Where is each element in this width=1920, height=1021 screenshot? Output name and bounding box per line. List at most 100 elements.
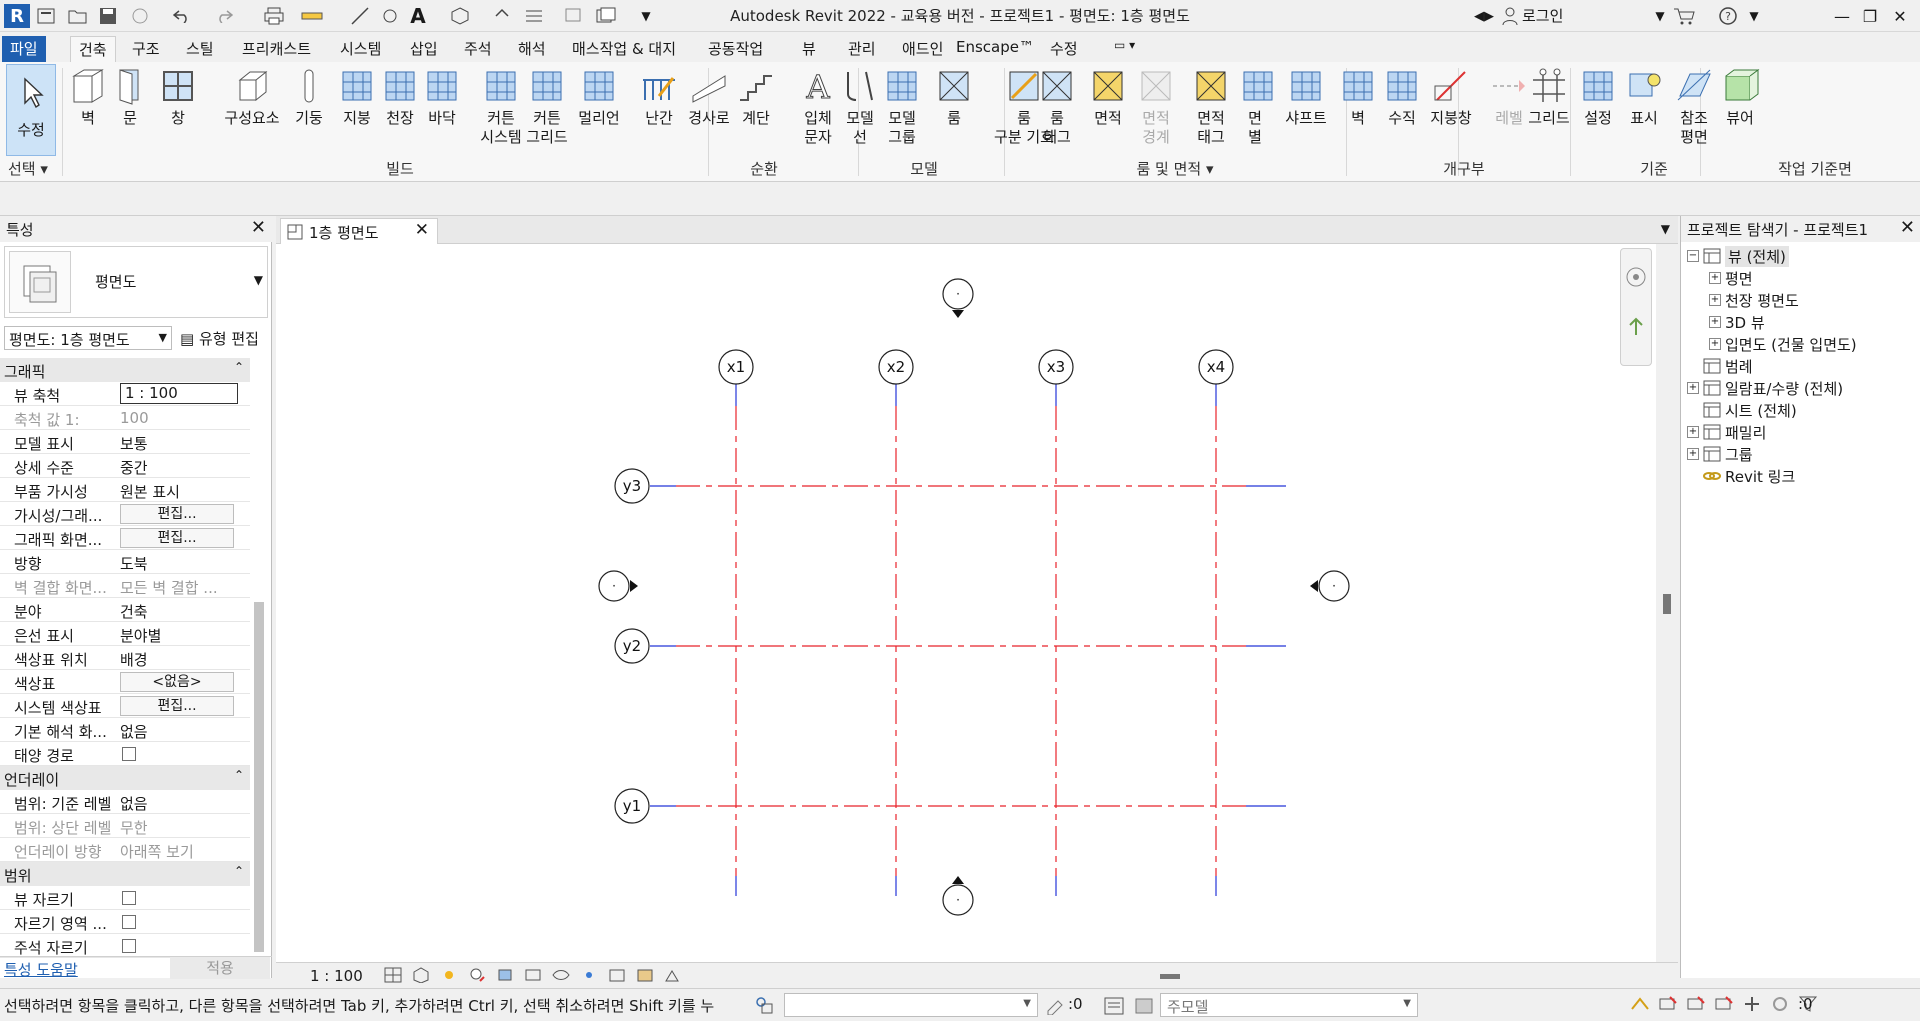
- collapse-icon[interactable]: ⌃: [234, 360, 244, 374]
- browser-node[interactable]: + 평면: [1709, 268, 1753, 288]
- aligned-dimension-icon[interactable]: [348, 4, 372, 28]
- tab-2[interactable]: 구조: [124, 36, 168, 62]
- browser-node[interactable]: + 일람표/수량 (전체): [1687, 378, 1843, 398]
- properties-help-link[interactable]: 특성 도움말: [4, 959, 78, 980]
- ramp-tool[interactable]: 경사로: [686, 66, 732, 128]
- tab-0[interactable]: 파일: [2, 36, 46, 62]
- property-value[interactable]: 배경: [120, 649, 238, 670]
- component-tool[interactable]: 구성요소: [212, 66, 292, 128]
- select-links-icon[interactable]: [1630, 995, 1650, 1013]
- tab-11[interactable]: 뷰: [794, 36, 824, 62]
- undo-icon[interactable]: [170, 4, 194, 28]
- expand-icon[interactable]: +: [1709, 338, 1721, 350]
- area-tag-tool[interactable]: 면적 태그: [1188, 66, 1234, 147]
- home-icon[interactable]: [34, 4, 58, 28]
- room-tag-tool[interactable]: 룸 태그: [1032, 66, 1082, 147]
- tab-9[interactable]: 매스작업 & 대지: [564, 36, 684, 62]
- worksets-icon[interactable]: [754, 995, 774, 1015]
- property-value[interactable]: 보통: [120, 433, 238, 454]
- detail-level-icon[interactable]: [384, 967, 402, 983]
- open-icon[interactable]: [66, 4, 90, 28]
- temp-hide-icon[interactable]: [552, 967, 570, 983]
- visual-style-icon[interactable]: [412, 967, 430, 983]
- property-value[interactable]: 분야별: [120, 625, 238, 646]
- group-room-area[interactable]: 룸 및 면적 ▾: [1110, 158, 1240, 179]
- vertical-scrollbar[interactable]: [1656, 244, 1678, 962]
- apply-button[interactable]: 적용: [170, 957, 270, 979]
- qat-dropdown-icon[interactable]: ▼: [634, 4, 658, 28]
- edit-type-button[interactable]: ▤ 유형 편집: [176, 326, 268, 350]
- browser-node[interactable]: Revit 링크: [1687, 466, 1795, 486]
- restore-icon[interactable]: ❐: [1858, 4, 1882, 28]
- temp-view-properties-icon[interactable]: [608, 967, 626, 983]
- tab-14[interactable]: Enscape™: [948, 36, 1042, 62]
- tab-7[interactable]: 주석: [456, 36, 500, 62]
- curtain-grid-tool[interactable]: 커튼 그리드: [522, 66, 572, 147]
- by-face-tool[interactable]: 면별: [1238, 66, 1273, 147]
- close-hidden-icon[interactable]: [562, 4, 586, 28]
- print-icon[interactable]: [262, 4, 286, 28]
- close-icon[interactable]: ✕: [251, 217, 266, 238]
- collapse-icon[interactable]: −: [1687, 250, 1699, 262]
- type-dropdown-icon[interactable]: ▼: [254, 273, 263, 287]
- measure-icon[interactable]: [300, 4, 324, 28]
- vertical-opening-tool[interactable]: 수직: [1382, 66, 1422, 128]
- property-value[interactable]: 없음: [120, 721, 238, 742]
- property-checkbox[interactable]: [122, 747, 136, 761]
- ref-plane-tool[interactable]: 참조 평면: [1672, 66, 1716, 147]
- section-icon[interactable]: [490, 4, 514, 28]
- tab-5[interactable]: 시스템: [332, 36, 389, 62]
- navigation-bar[interactable]: [1620, 248, 1652, 366]
- browser-node[interactable]: + 천장 평면도: [1709, 290, 1799, 310]
- area-tool[interactable]: 면적: [1086, 66, 1130, 128]
- help-dropdown-icon[interactable]: ▼: [1742, 4, 1766, 28]
- model-line-tool[interactable]: 모델 선: [840, 66, 880, 147]
- roof-tool[interactable]: 지붕: [334, 66, 380, 128]
- switch-windows-icon[interactable]: [594, 4, 618, 28]
- expand-icon[interactable]: +: [1709, 316, 1721, 328]
- property-value[interactable]: 1 : 100: [120, 383, 238, 404]
- select-by-face-icon[interactable]: [1714, 995, 1734, 1013]
- window-tool[interactable]: 창: [158, 66, 198, 128]
- view-tab[interactable]: 1층 평면도 ✕: [280, 218, 438, 244]
- curtain-system-tool[interactable]: 커튼 시스템: [476, 66, 526, 147]
- select-group-label[interactable]: 선택 ▾: [8, 158, 60, 179]
- dormer-tool[interactable]: 지붕창: [1426, 66, 1476, 128]
- room-tool[interactable]: 룸: [932, 66, 976, 128]
- property-checkbox[interactable]: [122, 939, 136, 953]
- modify-button[interactable]: 수정: [6, 64, 56, 156]
- login-label[interactable]: 로그인: [1522, 5, 1563, 26]
- cart-icon[interactable]: [1672, 4, 1696, 28]
- properties-scrollbar[interactable]: [254, 602, 264, 952]
- tag-icon[interactable]: [378, 4, 402, 28]
- horizontal-scroll-thumb[interactable]: [1160, 974, 1180, 979]
- sync-icon[interactable]: [128, 4, 152, 28]
- tab-4[interactable]: 프리캐스트: [234, 36, 319, 62]
- wall-opening-tool[interactable]: 벽: [1338, 66, 1378, 128]
- minimize-icon[interactable]: —: [1830, 4, 1854, 28]
- tab-15[interactable]: 수정: [1042, 36, 1086, 62]
- sun-path-icon[interactable]: [440, 967, 458, 983]
- collapse-icon[interactable]: ⌃: [234, 768, 244, 782]
- login-dropdown-icon[interactable]: ▼: [1648, 4, 1672, 28]
- area-boundary-tool[interactable]: 면적 경계: [1134, 66, 1178, 147]
- tab-13[interactable]: 애드인: [894, 36, 951, 62]
- select-pinned-icon[interactable]: [1686, 995, 1706, 1013]
- expand-icon[interactable]: +: [1687, 382, 1699, 394]
- model-text-tool[interactable]: A 입체 문자: [796, 66, 840, 147]
- tab-8[interactable]: 해석: [510, 36, 554, 62]
- property-checkbox[interactable]: [122, 891, 136, 905]
- shadows-icon[interactable]: [468, 967, 486, 983]
- ribbon-minimize-icon[interactable]: ▭ ▾: [1106, 36, 1143, 62]
- wall-tool[interactable]: 벽: [68, 66, 108, 128]
- browser-node[interactable]: + 패밀리: [1687, 422, 1766, 442]
- set-workplane-tool[interactable]: 설정: [1578, 66, 1618, 128]
- expand-icon[interactable]: +: [1709, 272, 1721, 284]
- floor-plan-drawing[interactable]: x1 x2 x3 x4 y3 y2 y1 · · · ·: [276, 244, 1656, 962]
- workset-combo[interactable]: ▼: [784, 993, 1038, 1017]
- tab-6[interactable]: 삽입: [402, 36, 446, 62]
- property-checkbox[interactable]: [122, 915, 136, 929]
- save-icon[interactable]: [96, 4, 120, 28]
- redo-icon[interactable]: [212, 4, 236, 28]
- analytical-model-icon[interactable]: [636, 967, 654, 983]
